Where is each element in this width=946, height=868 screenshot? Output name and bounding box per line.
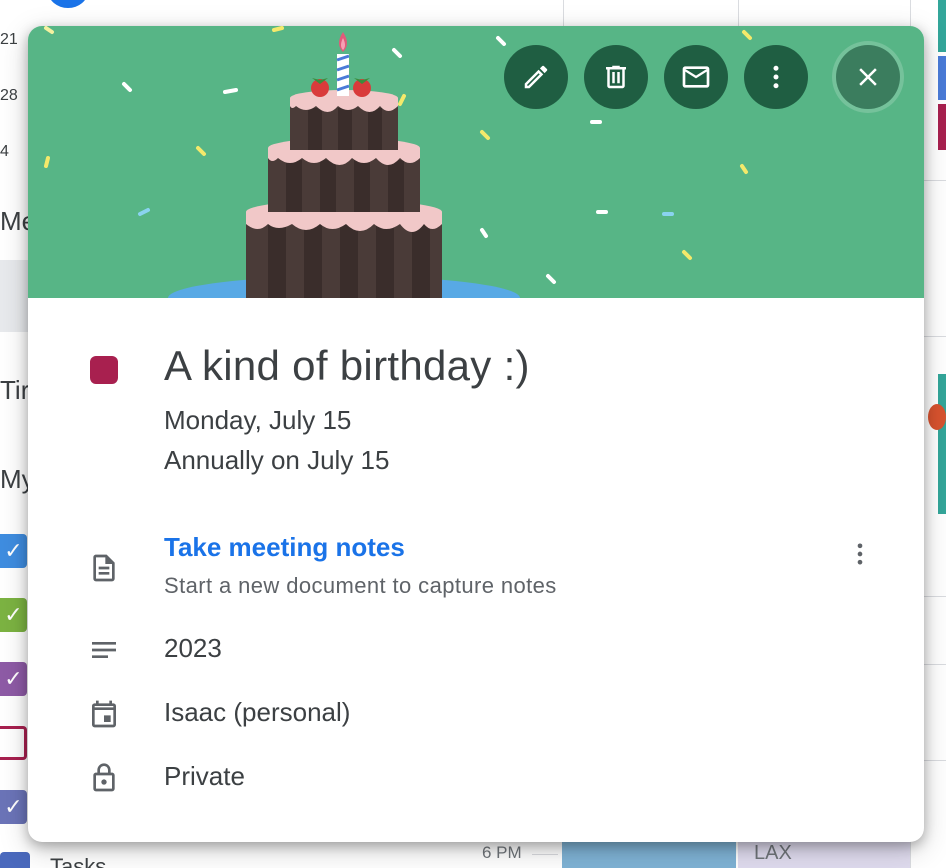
event-title: A kind of birthday :)	[164, 342, 530, 389]
calendar-checkbox[interactable]: ✓	[0, 662, 27, 696]
lock-icon	[84, 758, 124, 798]
calendar-checkbox[interactable]: ✓	[0, 598, 27, 632]
mini-calendar-day[interactable]: 21	[0, 31, 18, 49]
event-recurrence: Annually on July 15	[164, 445, 390, 475]
mail-icon	[682, 66, 710, 88]
document-icon	[84, 548, 124, 588]
calendar-icon	[84, 694, 124, 734]
calendar-checkbox[interactable]: ✓	[0, 790, 27, 824]
edit-event-button[interactable]	[504, 45, 568, 109]
mini-calendar-day[interactable]: 4	[0, 143, 9, 161]
tasks-label: Tasks	[50, 854, 107, 868]
event-chip[interactable]	[938, 470, 946, 514]
event-chip[interactable]	[938, 0, 946, 52]
close-button[interactable]	[836, 45, 900, 109]
time-tick	[532, 854, 558, 855]
avatar[interactable]	[48, 0, 88, 8]
event-description: 2023	[164, 633, 222, 663]
event-chip[interactable]	[938, 104, 946, 150]
calendar-name: Isaac (personal)	[164, 697, 351, 727]
delete-event-button[interactable]	[584, 45, 648, 109]
event-chip[interactable]	[938, 56, 946, 100]
take-meeting-notes-link[interactable]: Take meeting notes	[164, 532, 405, 563]
event-color-swatch	[90, 356, 118, 384]
event-details-dialog: A kind of birthday :) Monday, July 15 An…	[28, 26, 924, 842]
more-vert-icon	[773, 65, 779, 89]
current-time-dot	[928, 404, 946, 430]
meeting-notes-subtitle: Start a new document to capture notes	[164, 573, 557, 598]
more-vert-icon	[857, 543, 863, 565]
calendar-checkbox[interactable]: ✓	[0, 534, 27, 568]
close-icon	[859, 68, 877, 86]
close-button-halo	[832, 41, 904, 113]
calendar-checkbox[interactable]	[0, 726, 27, 760]
event-toolbar	[504, 45, 808, 109]
pencil-icon	[524, 65, 548, 89]
event-date: Monday, July 15	[164, 405, 352, 435]
notes-more-options-button[interactable]	[840, 534, 880, 574]
description-lines-icon	[84, 630, 124, 670]
email-guests-button[interactable]	[664, 45, 728, 109]
time-label: 6 PM	[482, 843, 522, 862]
tasks-checkbox[interactable]	[0, 852, 30, 868]
more-options-button[interactable]	[744, 45, 808, 109]
mini-calendar-day[interactable]: 28	[0, 87, 18, 105]
event-visibility: Private	[164, 761, 245, 791]
event-block-lax[interactable]: LAX	[738, 838, 910, 868]
trash-icon	[606, 65, 626, 89]
event-block[interactable]	[562, 838, 736, 868]
sidebar-label-partial: Tir	[0, 375, 30, 405]
